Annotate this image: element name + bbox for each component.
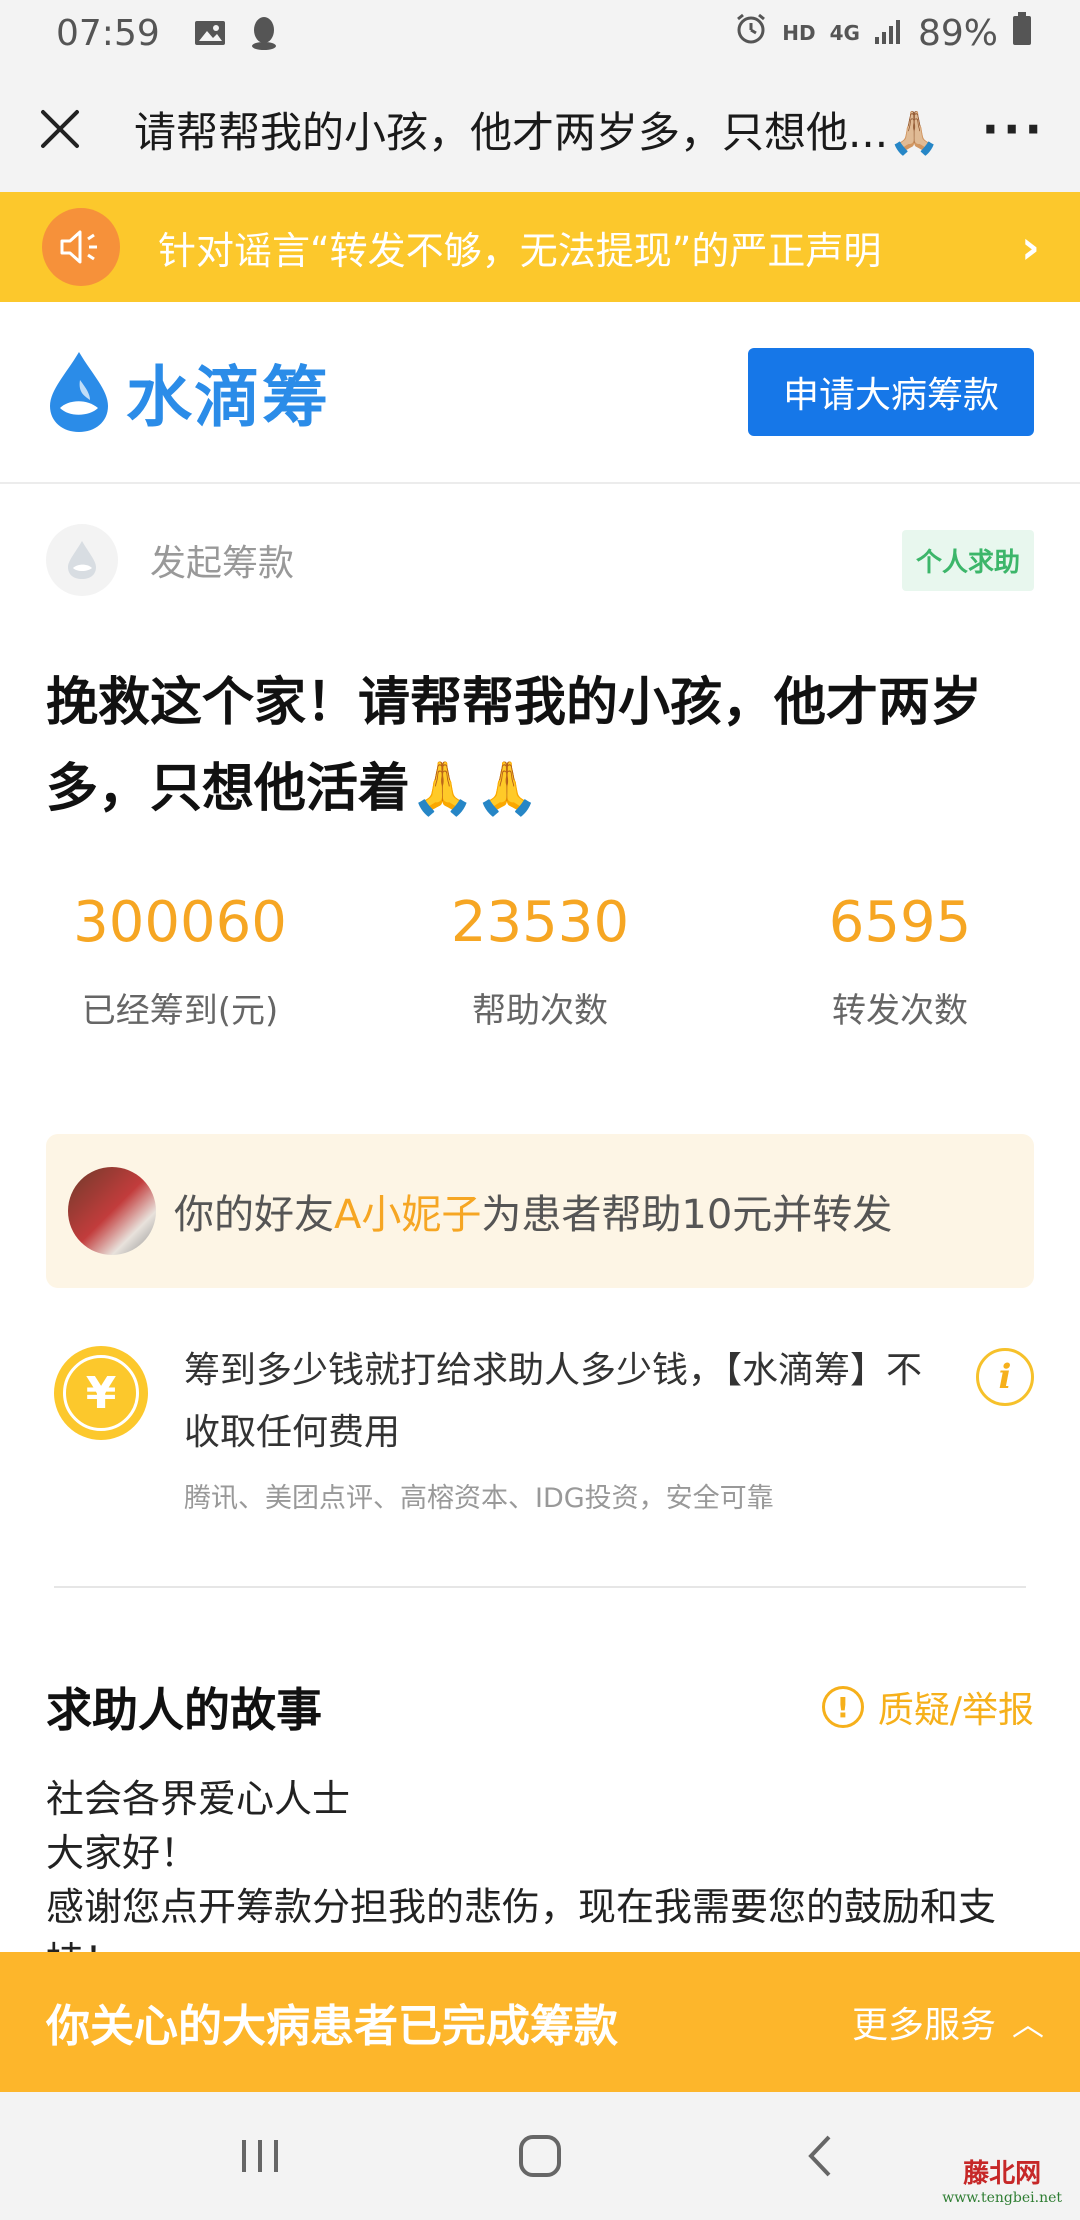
qq-icon xyxy=(248,15,280,51)
more-services-label: 更多服务 xyxy=(851,2005,996,2046)
brand-logo: 水滴筹 xyxy=(46,344,330,440)
friend-name: A小妮子 xyxy=(334,1192,482,1238)
back-button[interactable] xyxy=(780,2116,860,2196)
stat-value: 23530 xyxy=(450,890,630,955)
stat-raised: 300060 已经筹到(元) xyxy=(0,890,360,1032)
speaker-icon xyxy=(42,208,120,286)
recent-apps-button[interactable] xyxy=(220,2116,300,2196)
stat-label: 转发次数 xyxy=(832,991,968,1031)
status-right: HD 4G 89% xyxy=(734,11,1032,55)
report-link[interactable]: ! 质疑/举报 xyxy=(821,1681,1034,1733)
investors-text: 腾讯、美团点评、高榕资本、IDG投资，安全可靠 xyxy=(184,1483,774,1514)
friend-avatar xyxy=(68,1167,156,1255)
brand-name: 水滴筹 xyxy=(126,359,330,436)
fee-guarantee-section: ¥ 筹到多少钱就打给求助人多少钱，【水滴筹】不收取任何费用 腾讯、美团点评、高榕… xyxy=(54,1340,1034,1520)
stat-shares: 6595 转发次数 xyxy=(720,890,1080,1032)
friend-prefix: 你的好友 xyxy=(174,1192,334,1238)
stat-value: 300060 xyxy=(73,890,287,955)
system-nav-bar: 藤北网 www.tengbei.net xyxy=(0,2092,1080,2220)
chevron-up-icon: ︿ xyxy=(1011,2005,1044,2043)
stat-helps: 23530 帮助次数 xyxy=(360,890,720,1032)
back-icon xyxy=(808,2135,831,2177)
home-icon xyxy=(519,2135,561,2177)
friend-activity-box[interactable]: 你的好友A小妮子为患者帮助10元并转发 xyxy=(46,1134,1034,1288)
notice-text: 针对谣言“转发不够，无法提现”的严正声明 xyxy=(158,228,882,273)
gallery-icon xyxy=(194,19,226,47)
chevron-right-icon: › xyxy=(1021,220,1040,274)
yuan-coin-icon: ¥ xyxy=(54,1346,148,1440)
status-time: 07:59 xyxy=(56,12,160,54)
apply-fundraise-button[interactable]: 申请大病筹款 xyxy=(748,348,1034,436)
stat-label: 帮助次数 xyxy=(472,991,608,1031)
story-header: 求助人的故事 ! 质疑/举报 xyxy=(46,1674,1034,1740)
fundraise-complete-bar: 你关心的大病患者已完成筹款 更多服务 ︿ xyxy=(0,1952,1080,2092)
divider xyxy=(54,1586,1026,1588)
watermark-url: www.tengbei.net xyxy=(942,2190,1062,2206)
personal-help-tag: 个人求助 xyxy=(901,529,1034,591)
friend-activity-text: 你的好友A小妮子为患者帮助10元并转发 xyxy=(174,1182,892,1240)
yuan-symbol: ¥ xyxy=(63,1355,139,1431)
recent-apps-icon xyxy=(242,2140,278,2172)
water-drop-icon xyxy=(50,352,108,432)
story-line: 大家好！ xyxy=(46,1831,199,1875)
initiator-label: 发起筹款 xyxy=(150,543,295,584)
campaign-headline: 挽救这个家！请帮帮我的小孩，他才两岁多，只想他活着🙏🙏 xyxy=(46,673,983,819)
brand-header: 水滴筹 申请大病筹款 xyxy=(0,302,1080,484)
rumor-notice-banner[interactable]: 针对谣言“转发不够，无法提现”的严正声明 › xyxy=(0,192,1080,302)
signal-icon xyxy=(874,13,904,54)
guarantee-text: 筹到多少钱就打给求助人多少钱，【水滴筹】不收取任何费用 xyxy=(184,1350,923,1453)
friend-suffix: 为患者帮助10元并转发 xyxy=(481,1192,893,1238)
initiator-avatar xyxy=(46,524,118,596)
more-services-button[interactable]: 更多服务 ︿ xyxy=(852,1996,1044,2048)
story-title: 求助人的故事 xyxy=(46,1683,322,1737)
network-indicator: 4G xyxy=(829,21,860,45)
close-icon[interactable] xyxy=(34,103,86,155)
initiator-row: 发起筹款 个人求助 xyxy=(46,522,1034,598)
page-title: 请帮帮我的小孩，他才两岁多，只想他...🙏🏼 xyxy=(134,107,941,157)
hd-indicator: HD xyxy=(782,21,816,45)
complete-text: 你关心的大病患者已完成筹款 xyxy=(46,2001,618,2052)
battery-percent: 89% xyxy=(917,12,998,54)
report-label: 质疑/举报 xyxy=(877,1690,1034,1731)
more-menu-button[interactable]: ··· xyxy=(982,102,1046,156)
alarm-icon xyxy=(734,12,768,55)
info-icon[interactable]: i xyxy=(976,1348,1034,1406)
story-line: 社会各界爱心人士 xyxy=(46,1777,351,1821)
stat-label: 已经筹到(元) xyxy=(81,991,279,1031)
title-bar: 请帮帮我的小孩，他才两岁多，只想他...🙏🏼 ··· xyxy=(0,66,1080,192)
stats-row: 300060 已经筹到(元) 23530 帮助次数 6595 转发次数 xyxy=(0,890,1080,1032)
watermark-name: 藤北网 xyxy=(963,2159,1042,2189)
battery-icon xyxy=(1012,11,1032,55)
stat-value: 6595 xyxy=(828,890,972,955)
site-watermark: 藤北网 www.tengbei.net xyxy=(942,2153,1062,2206)
warning-icon: ! xyxy=(821,1686,864,1728)
status-bar: 07:59 HD 4G 89% xyxy=(0,0,1080,66)
home-button[interactable] xyxy=(500,2116,580,2196)
